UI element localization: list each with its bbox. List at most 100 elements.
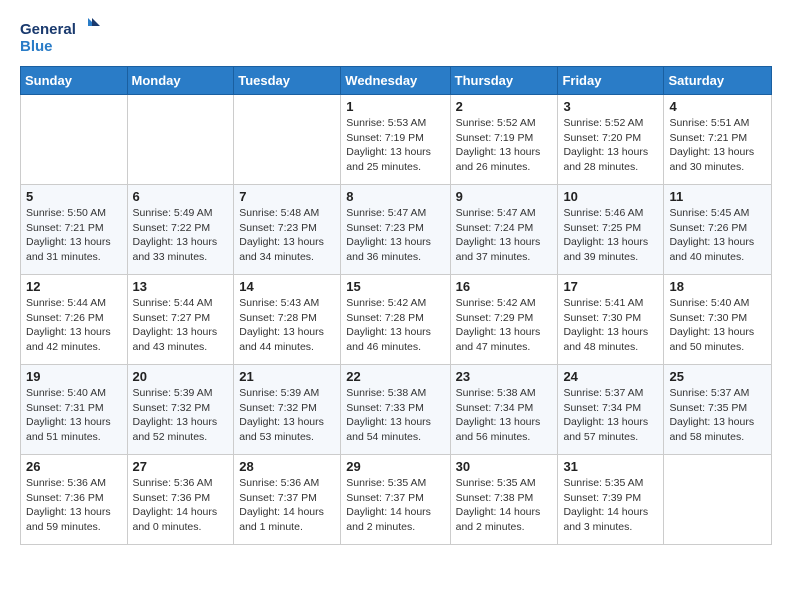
day-number: 22 (346, 369, 444, 384)
calendar-cell: 14 Sunrise: 5:43 AMSunset: 7:28 PMDayligh… (234, 275, 341, 365)
day-number: 5 (26, 189, 122, 204)
calendar-cell: 31 Sunrise: 5:35 AMSunset: 7:39 PMDayligh… (558, 455, 664, 545)
day-info: Sunrise: 5:47 AMSunset: 7:24 PMDaylight:… (456, 206, 553, 265)
day-number: 9 (456, 189, 553, 204)
day-info: Sunrise: 5:41 AMSunset: 7:30 PMDaylight:… (563, 296, 658, 355)
day-info: Sunrise: 5:44 AMSunset: 7:26 PMDaylight:… (26, 296, 122, 355)
day-number: 18 (669, 279, 766, 294)
calendar-cell: 15Sunrise: 5:42 AMSunset: 7:28 PMDayligh… (341, 275, 450, 365)
calendar-cell: 18 Sunrise: 5:40 AMSunset: 7:30 PMDayligh… (664, 275, 772, 365)
calendar-cell: 19 Sunrise: 5:40 AMSunset: 7:31 PMDayligh… (21, 365, 128, 455)
day-number: 6 (133, 189, 229, 204)
day-info: Sunrise: 5:40 AMSunset: 7:30 PMDaylight:… (669, 296, 766, 355)
day-info: Sunrise: 5:36 AMSunset: 7:37 PMDaylight:… (239, 476, 335, 535)
day-number: 8 (346, 189, 444, 204)
day-number: 4 (669, 99, 766, 114)
day-info: Sunrise: 5:50 AMSunset: 7:21 PMDaylight:… (26, 206, 122, 265)
calendar-cell: 17 Sunrise: 5:41 AMSunset: 7:30 PMDayligh… (558, 275, 664, 365)
calendar-cell: 2Sunrise: 5:52 AMSunset: 7:19 PMDaylight… (450, 95, 558, 185)
day-info: Sunrise: 5:39 AMSunset: 7:32 PMDaylight:… (133, 386, 229, 445)
calendar-cell: 22 Sunrise: 5:38 AMSunset: 7:33 PMDayligh… (341, 365, 450, 455)
calendar-cell: 30Sunrise: 5:35 AMSunset: 7:38 PMDayligh… (450, 455, 558, 545)
calendar-cell: 1 Sunrise: 5:53 AMSunset: 7:19 PMDaylight… (341, 95, 450, 185)
calendar-header-saturday: Saturday (664, 67, 772, 95)
calendar-cell: 12 Sunrise: 5:44 AMSunset: 7:26 PMDayligh… (21, 275, 128, 365)
calendar-cell (234, 95, 341, 185)
day-info: Sunrise: 5:46 AMSunset: 7:25 PMDaylight:… (563, 206, 658, 265)
day-info: Sunrise: 5:52 AMSunset: 7:20 PMDaylight:… (563, 116, 658, 175)
calendar-header-sunday: Sunday (21, 67, 128, 95)
day-number: 12 (26, 279, 122, 294)
day-info: Sunrise: 5:38 AMSunset: 7:33 PMDaylight:… (346, 386, 444, 445)
day-number: 19 (26, 369, 122, 384)
day-number: 26 (26, 459, 122, 474)
svg-text:Blue: Blue (20, 38, 53, 55)
day-info: Sunrise: 5:37 AMSunset: 7:34 PMDaylight:… (563, 386, 658, 445)
calendar-cell: 16 Sunrise: 5:42 AMSunset: 7:29 PMDayligh… (450, 275, 558, 365)
calendar-cell: 10 Sunrise: 5:46 AMSunset: 7:25 PMDayligh… (558, 185, 664, 275)
calendar-cell: 13 Sunrise: 5:44 AMSunset: 7:27 PMDayligh… (127, 275, 234, 365)
calendar-cell: 27Sunrise: 5:36 AMSunset: 7:36 PMDayligh… (127, 455, 234, 545)
calendar-cell: 3 Sunrise: 5:52 AMSunset: 7:20 PMDaylight… (558, 95, 664, 185)
day-number: 23 (456, 369, 553, 384)
calendar-cell: 26Sunrise: 5:36 AMSunset: 7:36 PMDayligh… (21, 455, 128, 545)
calendar-cell: 23 Sunrise: 5:38 AMSunset: 7:34 PMDayligh… (450, 365, 558, 455)
calendar-week-row: 5 Sunrise: 5:50 AMSunset: 7:21 PMDaylight… (21, 185, 772, 275)
day-number: 14 (239, 279, 335, 294)
day-number: 7 (239, 189, 335, 204)
calendar-cell: 28 Sunrise: 5:36 AMSunset: 7:37 PMDayligh… (234, 455, 341, 545)
calendar-cell: 24 Sunrise: 5:37 AMSunset: 7:34 PMDayligh… (558, 365, 664, 455)
calendar-header-tuesday: Tuesday (234, 67, 341, 95)
day-number: 17 (563, 279, 658, 294)
day-info: Sunrise: 5:42 AMSunset: 7:28 PMDaylight:… (346, 296, 444, 355)
day-number: 2 (456, 99, 553, 114)
calendar-cell: 11Sunrise: 5:45 AMSunset: 7:26 PMDayligh… (664, 185, 772, 275)
day-info: Sunrise: 5:37 AMSunset: 7:35 PMDaylight:… (669, 386, 766, 445)
calendar-cell: 7Sunrise: 5:48 AMSunset: 7:23 PMDaylight… (234, 185, 341, 275)
calendar-cell: 6 Sunrise: 5:49 AMSunset: 7:22 PMDaylight… (127, 185, 234, 275)
calendar-week-row: 19 Sunrise: 5:40 AMSunset: 7:31 PMDayligh… (21, 365, 772, 455)
calendar-week-row: 12 Sunrise: 5:44 AMSunset: 7:26 PMDayligh… (21, 275, 772, 365)
calendar-cell: 8 Sunrise: 5:47 AMSunset: 7:23 PMDaylight… (341, 185, 450, 275)
calendar-cell (21, 95, 128, 185)
calendar-header-friday: Friday (558, 67, 664, 95)
day-number: 3 (563, 99, 658, 114)
logo: General Blue (20, 16, 100, 56)
day-number: 27 (133, 459, 229, 474)
day-number: 20 (133, 369, 229, 384)
day-info: Sunrise: 5:35 AMSunset: 7:37 PMDaylight:… (346, 476, 444, 535)
day-number: 10 (563, 189, 658, 204)
calendar-cell: 29 Sunrise: 5:35 AMSunset: 7:37 PMDayligh… (341, 455, 450, 545)
calendar-cell (664, 455, 772, 545)
calendar-cell (127, 95, 234, 185)
calendar-cell: 5 Sunrise: 5:50 AMSunset: 7:21 PMDaylight… (21, 185, 128, 275)
day-info: Sunrise: 5:44 AMSunset: 7:27 PMDaylight:… (133, 296, 229, 355)
day-number: 13 (133, 279, 229, 294)
calendar-header-wednesday: Wednesday (341, 67, 450, 95)
day-info: Sunrise: 5:47 AMSunset: 7:23 PMDaylight:… (346, 206, 444, 265)
calendar-cell: 9 Sunrise: 5:47 AMSunset: 7:24 PMDaylight… (450, 185, 558, 275)
calendar-cell: 25 Sunrise: 5:37 AMSunset: 7:35 PMDayligh… (664, 365, 772, 455)
day-info: Sunrise: 5:42 AMSunset: 7:29 PMDaylight:… (456, 296, 553, 355)
calendar-header-monday: Monday (127, 67, 234, 95)
day-number: 29 (346, 459, 444, 474)
day-number: 24 (563, 369, 658, 384)
calendar-week-row: 1 Sunrise: 5:53 AMSunset: 7:19 PMDaylight… (21, 95, 772, 185)
day-info: Sunrise: 5:35 AMSunset: 7:39 PMDaylight:… (563, 476, 658, 535)
day-number: 16 (456, 279, 553, 294)
day-info: Sunrise: 5:39 AMSunset: 7:32 PMDaylight:… (239, 386, 335, 445)
day-info: Sunrise: 5:51 AMSunset: 7:21 PMDaylight:… (669, 116, 766, 175)
day-info: Sunrise: 5:53 AMSunset: 7:19 PMDaylight:… (346, 116, 444, 175)
calendar-body: 1 Sunrise: 5:53 AMSunset: 7:19 PMDaylight… (21, 95, 772, 545)
day-number: 1 (346, 99, 444, 114)
day-info: Sunrise: 5:38 AMSunset: 7:34 PMDaylight:… (456, 386, 553, 445)
day-number: 31 (563, 459, 658, 474)
day-number: 21 (239, 369, 335, 384)
day-number: 25 (669, 369, 766, 384)
logo-svg: General Blue (20, 16, 100, 56)
day-info: Sunrise: 5:40 AMSunset: 7:31 PMDaylight:… (26, 386, 122, 445)
day-number: 28 (239, 459, 335, 474)
day-info: Sunrise: 5:49 AMSunset: 7:22 PMDaylight:… (133, 206, 229, 265)
calendar-cell: 4 Sunrise: 5:51 AMSunset: 7:21 PMDaylight… (664, 95, 772, 185)
day-info: Sunrise: 5:43 AMSunset: 7:28 PMDaylight:… (239, 296, 335, 355)
